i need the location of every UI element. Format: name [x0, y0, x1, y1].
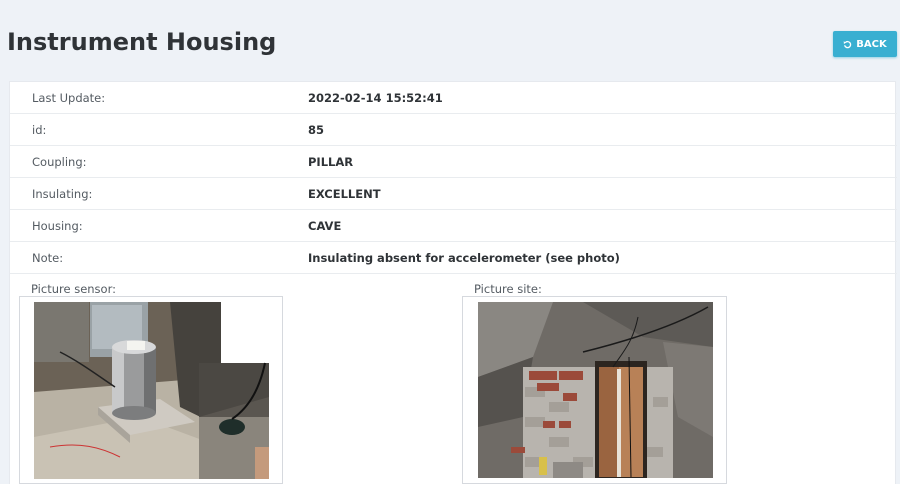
detail-value: Insulating absent for accelerometer (see… — [308, 251, 620, 265]
detail-row-housing: Housing: CAVE — [10, 210, 897, 242]
detail-label: Insulating: — [32, 187, 93, 201]
site-photo-thumbnail[interactable] — [462, 296, 727, 484]
detail-row-last-update: Last Update: 2022-02-14 15:52:41 — [10, 82, 897, 114]
back-button[interactable]: BACK — [833, 31, 897, 57]
picture-sensor-label: Picture sensor: — [31, 282, 116, 296]
picture-site-label: Picture site: — [474, 282, 542, 296]
detail-value: PILLAR — [308, 155, 354, 169]
detail-row-insulating: Insulating: EXCELLENT — [10, 178, 897, 210]
sensor-photo-thumbnail[interactable] — [19, 296, 283, 484]
sensor-photo-image — [20, 297, 282, 483]
site-photo-image — [463, 297, 726, 483]
detail-label: id: — [32, 123, 47, 137]
detail-value: EXCELLENT — [308, 187, 381, 201]
detail-value: 85 — [308, 123, 325, 137]
detail-label: Housing: — [32, 219, 83, 233]
detail-value: CAVE — [308, 219, 342, 233]
detail-value: 2022-02-14 15:52:41 — [308, 91, 443, 105]
detail-label: Last Update: — [32, 91, 106, 105]
detail-row-note: Note: Insulating absent for acceleromete… — [10, 242, 897, 274]
page-title: Instrument Housing — [7, 28, 277, 56]
undo-icon — [843, 40, 852, 49]
detail-label: Coupling: — [32, 155, 87, 169]
detail-row-id: id: 85 — [10, 114, 897, 146]
back-button-label: BACK — [856, 38, 887, 50]
detail-row-coupling: Coupling: PILLAR — [10, 146, 897, 178]
detail-label: Note: — [32, 251, 64, 265]
